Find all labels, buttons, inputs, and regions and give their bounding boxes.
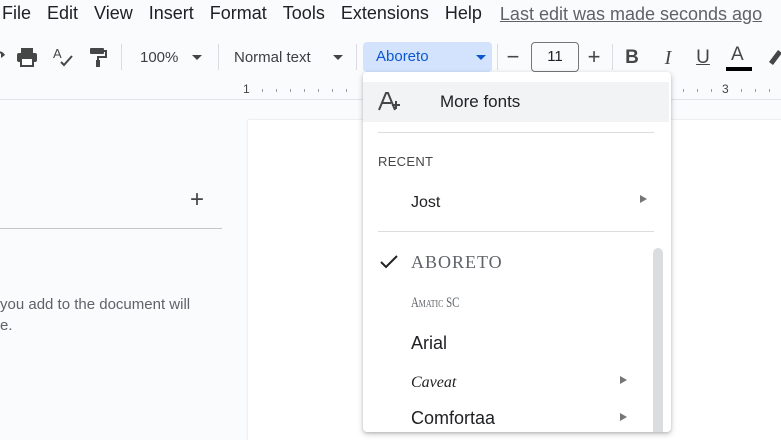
- submenu-arrow-icon: [620, 413, 627, 421]
- ruler-tick: [332, 89, 333, 92]
- ruler-tick: [755, 89, 756, 92]
- font-dropdown[interactable]: Aboreto: [363, 42, 492, 72]
- ruler-mark: 3: [722, 82, 729, 96]
- font-item-label: ABORETO: [411, 252, 503, 272]
- outline-hint-line: you add to the document will: [0, 296, 191, 313]
- submenu-arrow-icon: [640, 195, 647, 203]
- chevron-down-icon: [192, 55, 202, 60]
- italic-button[interactable]: I: [653, 43, 683, 73]
- font-item-label: Comfortaa: [411, 408, 496, 428]
- highlight-icon[interactable]: [760, 42, 781, 72]
- ruler-tick: [262, 89, 263, 92]
- outline-divider: [0, 228, 222, 229]
- more-fonts-item[interactable]: More fonts: [363, 82, 669, 122]
- menu-divider: [378, 132, 654, 133]
- ruler-tick: [318, 89, 319, 92]
- menu-help[interactable]: Help: [437, 0, 490, 28]
- font-size-input[interactable]: 11: [531, 42, 579, 72]
- ruler-mark: 1: [243, 82, 250, 96]
- menu-file[interactable]: File: [0, 0, 39, 28]
- last-edit-link[interactable]: Last edit was made seconds ago: [500, 4, 762, 25]
- font-menu: More fonts RECENT Jost ABORETO Amatic SC…: [363, 72, 671, 432]
- style-dropdown[interactable]: Normal text: [234, 42, 346, 72]
- ruler-tick: [711, 89, 712, 92]
- ruler-tick: [290, 89, 291, 92]
- decrease-font-size-button[interactable]: −: [498, 42, 528, 72]
- font-item-label: Caveat: [411, 374, 457, 391]
- font-item-label: Arial: [411, 333, 448, 353]
- ruler-tick: [683, 89, 684, 92]
- text-color-button[interactable]: A: [724, 42, 754, 74]
- font-item-label: Amatic SC: [411, 295, 460, 311]
- menu-scrollbar[interactable]: [653, 248, 663, 432]
- chevron-down-icon: [476, 55, 486, 60]
- menu-insert[interactable]: Insert: [141, 0, 202, 28]
- document-outline-panel: + you add to the document will e.: [0, 100, 248, 425]
- toolbar-divider: [356, 44, 357, 70]
- zoom-dropdown[interactable]: 100%: [140, 42, 212, 72]
- menu-format[interactable]: Format: [202, 0, 275, 28]
- chevron-down-icon: [333, 55, 343, 60]
- add-font-icon: [377, 90, 401, 119]
- recent-fonts-header: RECENT: [378, 154, 434, 169]
- checkmark-icon: [380, 255, 398, 274]
- text-color-swatch: [726, 67, 752, 71]
- toolbar-divider: [121, 44, 122, 70]
- toolbar-divider: [612, 44, 613, 70]
- spellcheck-icon[interactable]: A: [48, 42, 78, 72]
- ruler-tick: [741, 89, 742, 92]
- menu-extensions[interactable]: Extensions: [333, 0, 437, 28]
- svg-text:A: A: [53, 46, 62, 61]
- outline-hint-line: e.: [0, 317, 13, 334]
- menu-view[interactable]: View: [86, 0, 141, 28]
- underline-button[interactable]: U: [688, 43, 718, 73]
- more-fonts-label: More fonts: [440, 92, 521, 111]
- ruler-tick: [769, 89, 770, 92]
- menu-bar: File Edit View Insert Format Tools Exten…: [0, 0, 781, 28]
- paint-format-icon[interactable]: [83, 42, 113, 72]
- bold-button[interactable]: B: [617, 43, 647, 73]
- ruler-tick: [697, 89, 698, 92]
- ruler-tick: [346, 89, 347, 92]
- toolbar-divider: [218, 44, 219, 70]
- add-heading-button[interactable]: +: [190, 186, 204, 214]
- menu-tools[interactable]: Tools: [275, 0, 333, 28]
- font-item-label: Jost: [411, 194, 441, 211]
- menu-divider: [378, 231, 654, 232]
- font-value: Aboreto: [376, 48, 429, 65]
- print-icon[interactable]: [12, 42, 42, 72]
- ruler-tick: [276, 89, 277, 92]
- ruler-tick: [304, 89, 305, 92]
- outline-hint-text: you add to the document will e.: [0, 294, 230, 336]
- submenu-arrow-icon: [620, 376, 627, 384]
- text-color-letter: A: [731, 44, 744, 65]
- menu-edit[interactable]: Edit: [39, 0, 86, 28]
- increase-font-size-button[interactable]: +: [579, 42, 609, 72]
- zoom-value: 100%: [140, 48, 179, 66]
- style-value: Normal text: [234, 48, 311, 66]
